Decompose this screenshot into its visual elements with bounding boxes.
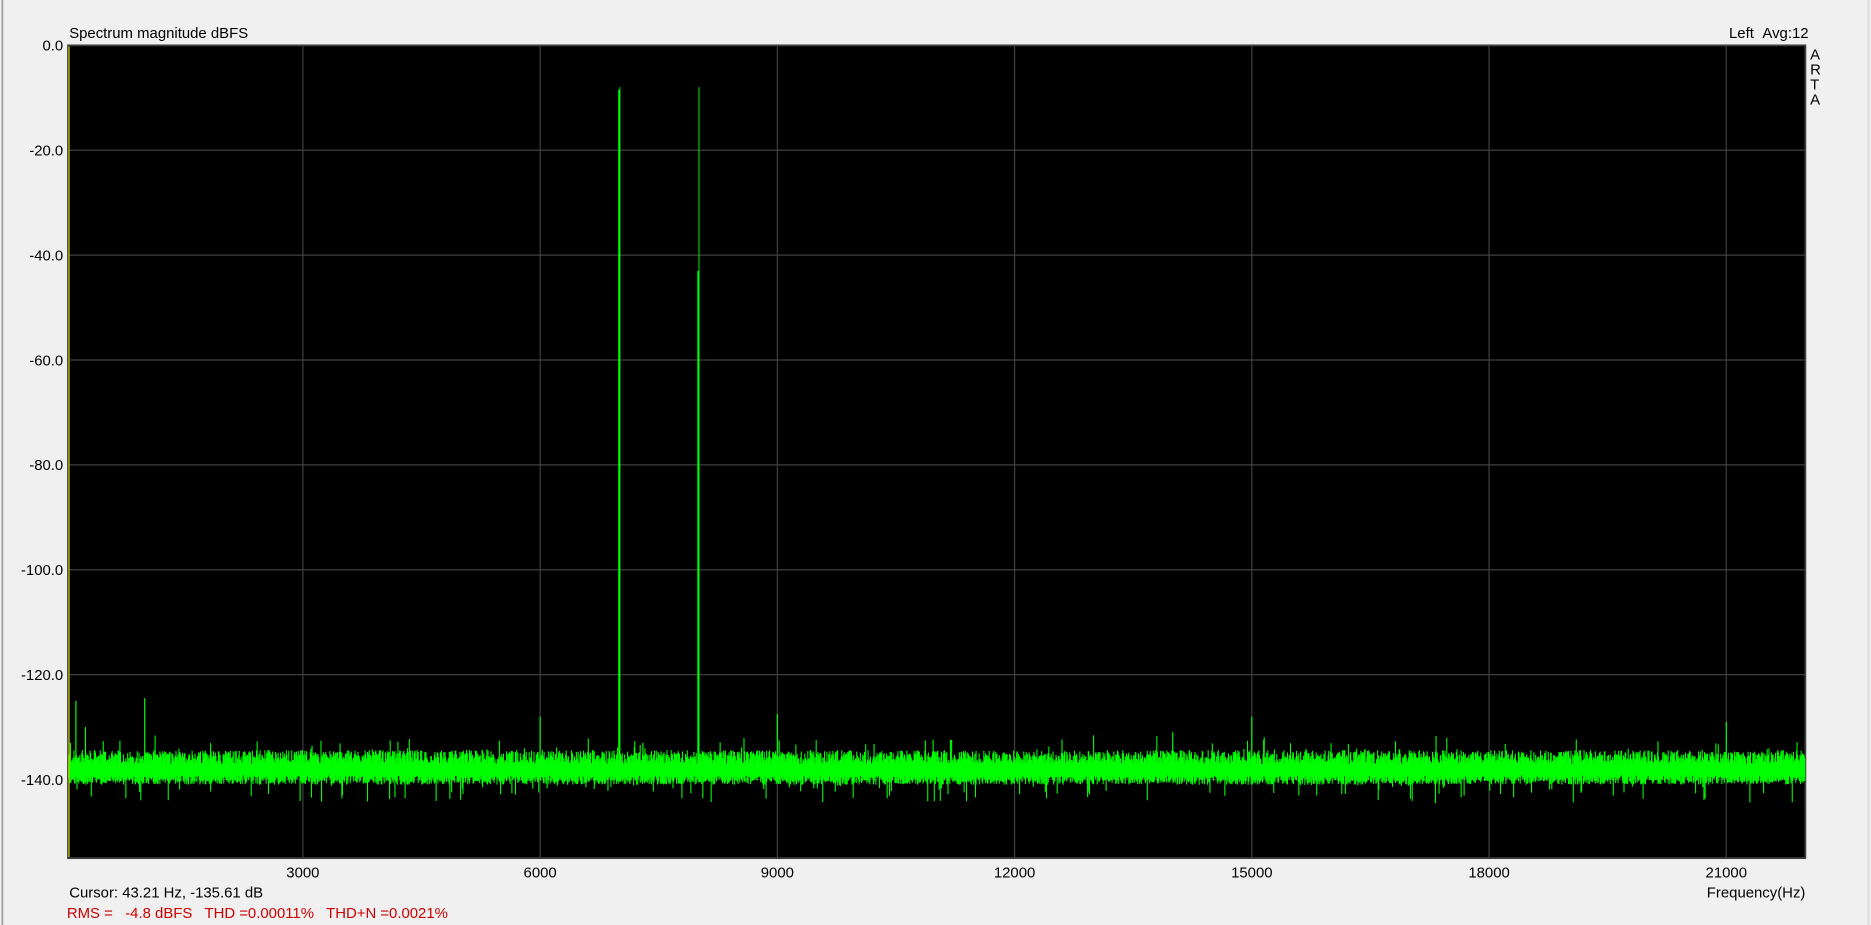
- y-tick-label: -100.0: [21, 563, 63, 579]
- measurement-stats: RMS = -4.8 dBFS THD =0.00011% THD+N =0.0…: [67, 906, 448, 922]
- x-tick-label: 15000: [1231, 865, 1272, 881]
- x-axis-label: Frequency(Hz): [1707, 886, 1806, 902]
- avg-label: Avg:12: [1762, 26, 1808, 42]
- y-tick-label: -120.0: [21, 668, 63, 684]
- chart-title: Spectrum magnitude dBFS: [69, 26, 248, 42]
- brand-letter: R: [1810, 63, 1821, 79]
- x-tick-label: 18000: [1468, 865, 1509, 881]
- spectrum-chart: Spectrum magnitude dBFS Left Avg:12 ARTA…: [1, 0, 1870, 925]
- x-tick-label: 3000: [286, 865, 319, 881]
- channel-label: Left: [1729, 26, 1755, 42]
- arta-brand-letters: ARTA: [1810, 48, 1821, 109]
- y-axis-ticks: 0.0 -20.0 -40.0 -60.0 -80.0 -100.0 -120.0 -140.…: [21, 39, 63, 789]
- y-tick-label: -80.0: [29, 458, 63, 474]
- brand-letter: A: [1810, 48, 1820, 64]
- y-tick-label: -40.0: [29, 248, 63, 264]
- x-tick-label: 9000: [761, 865, 794, 881]
- x-axis-ticks: 3000 6000 9000 12000 15000 18000 21000: [286, 865, 1747, 881]
- x-tick-label: 12000: [994, 865, 1035, 881]
- x-tick-label: 6000: [524, 865, 557, 881]
- y-tick-label: -140.0: [21, 773, 63, 789]
- x-tick-label: 21000: [1706, 865, 1747, 881]
- y-tick-label: -60.0: [29, 353, 63, 369]
- y-tick-label: 0.0: [43, 39, 64, 55]
- brand-letter: T: [1810, 78, 1819, 94]
- y-tick-label: -20.0: [29, 144, 63, 160]
- brand-letter: A: [1810, 92, 1820, 108]
- plot-area[interactable]: [67, 44, 1807, 860]
- cursor-readout: Cursor: 43.21 Hz, -135.61 dB: [69, 886, 263, 902]
